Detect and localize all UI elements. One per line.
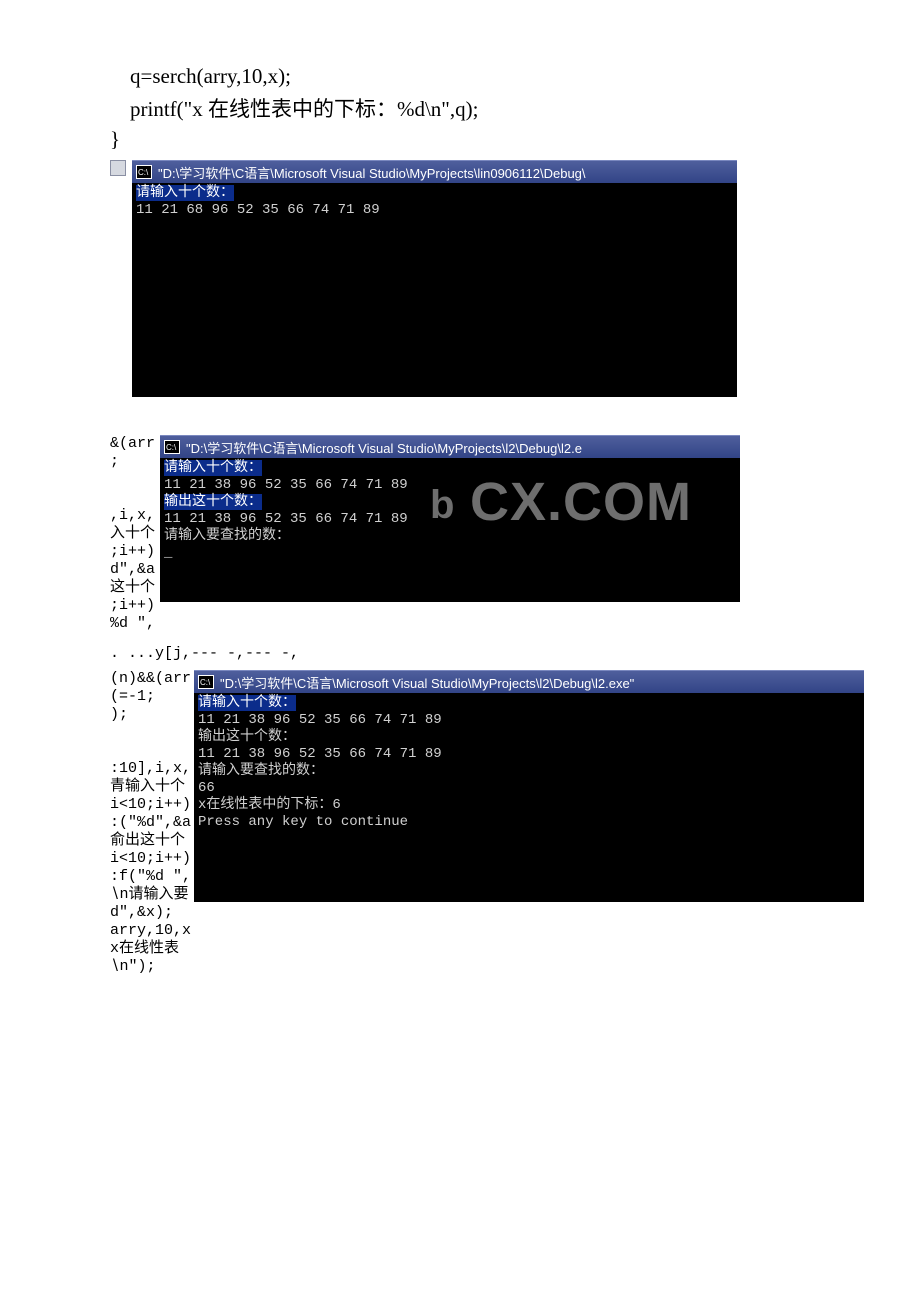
console-line: Press any key to continue [198, 814, 408, 830]
console-line: 11 21 38 96 52 35 66 74 71 89 [198, 746, 442, 762]
console-screenshot-1: C:\ "D:\学习软件\C语言\Microsoft Visual Studio… [110, 160, 870, 397]
console-screenshot-3: (n)&&(arr (=-1; ); :10],i,x, 青输入十个 i<10;… [110, 670, 870, 960]
console-title-3: "D:\学习软件\C语言\Microsoft Visual Studio\MyP… [220, 673, 634, 692]
code-fragment-sep: . ...y[j,--- -,--- -, [110, 645, 870, 662]
console-output-3: 请输入十个数： 11 21 38 96 52 35 66 74 71 89 输出… [194, 693, 864, 902]
console-line: 请输入要查找的数： [198, 763, 324, 779]
console-window-1: C:\ "D:\学习软件\C语言\Microsoft Visual Studio… [132, 160, 737, 397]
console-line: 请输入要查找的数： [164, 528, 290, 544]
console-title-2: "D:\学习软件\C语言\Microsoft Visual Studio\MyP… [186, 438, 582, 457]
console-titlebar-2: C:\ "D:\学习软件\C语言\Microsoft Visual Studio… [160, 435, 740, 458]
document-page: q=serch(arry,10,x); printf("x 在线性表中的下标：%… [0, 0, 920, 1000]
console-line: 11 21 38 96 52 35 66 74 71 89 [164, 477, 408, 493]
console-cursor: _ [164, 545, 172, 561]
cmd-icon: C:\ [136, 165, 152, 179]
console-window-2: C:\ "D:\学习软件\C语言\Microsoft Visual Studio… [160, 435, 740, 602]
code-fragment-left-3: (n)&&(arr (=-1; ); :10],i,x, 青输入十个 i<10;… [110, 670, 191, 976]
console-line: 请输入十个数： [198, 695, 296, 711]
console-titlebar-3: C:\ "D:\学习软件\C语言\Microsoft Visual Studio… [194, 670, 864, 693]
code-line-2: printf("x 在线性表中的下标：%d\n",q); [130, 93, 870, 123]
console-line: 11 21 38 96 52 35 66 74 71 89 [164, 511, 408, 527]
console-line: x在线性表中的下标：6 [198, 797, 341, 813]
console-output-1: 请输入十个数： 11 21 68 96 52 35 66 74 71 89 [132, 183, 737, 397]
console-line: 输出这十个数： [198, 729, 296, 745]
console-output-2: 请输入十个数： 11 21 38 96 52 35 66 74 71 89 输出… [160, 458, 740, 602]
console-prompt-1: 请输入十个数： [136, 185, 234, 201]
console-line: 66 [198, 780, 215, 796]
code-fragment-left-2: &(arr ; ,i,x, 入十个 ;i++) d",&a 这十个 ;i++) … [110, 435, 155, 633]
console-line: 输出这十个数： [164, 494, 262, 510]
console-line: 11 21 38 96 52 35 66 74 71 89 [198, 712, 442, 728]
console-input-1: 11 21 68 96 52 35 66 74 71 89 [136, 202, 380, 218]
dialog-launcher-icon [110, 160, 126, 176]
cmd-icon: C:\ [164, 440, 180, 454]
console-line: 请输入十个数： [164, 460, 262, 476]
console-title-1: "D:\学习软件\C语言\Microsoft Visual Studio\MyP… [158, 163, 586, 182]
code-line-3: } [110, 127, 870, 152]
code-line-1: q=serch(arry,10,x); [130, 64, 870, 89]
cmd-icon: C:\ [198, 675, 214, 689]
console-titlebar-1: C:\ "D:\学习软件\C语言\Microsoft Visual Studio… [132, 160, 737, 183]
console-screenshot-2: CX.COM &(arr ; ,i,x, 入十个 ;i++) d",&a 这十个… [110, 435, 870, 643]
console-window-3: C:\ "D:\学习软件\C语言\Microsoft Visual Studio… [194, 670, 864, 902]
